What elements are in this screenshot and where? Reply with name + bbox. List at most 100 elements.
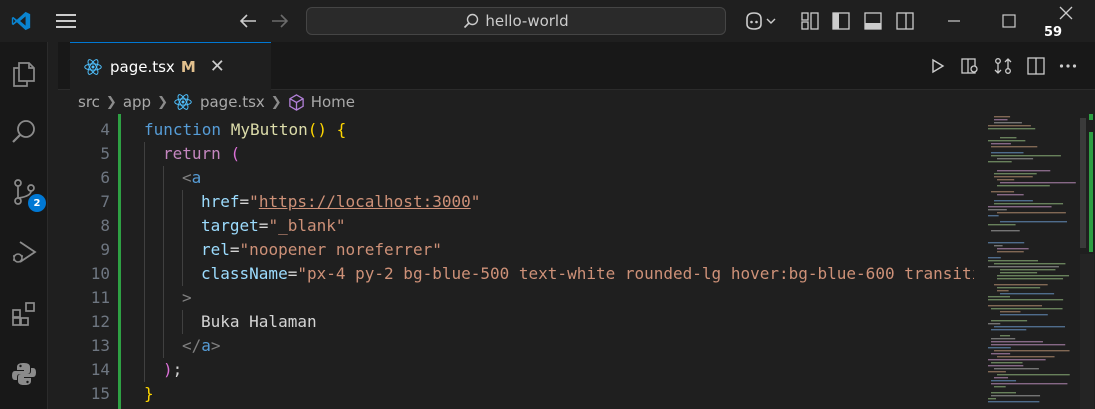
tab-page-tsx[interactable]: page.tsx M ✕: [70, 42, 271, 90]
code-line-10: className="px-4 py-2 bg-blue-500 text-wh…: [201, 262, 974, 286]
minimap[interactable]: [984, 114, 1084, 409]
minimap-line: [994, 119, 1008, 121]
minimap-line: [1000, 335, 1011, 337]
minimize-icon[interactable]: [940, 0, 968, 42]
command-center-search[interactable]: hello-world: [306, 7, 726, 35]
close-window-icon[interactable]: [1052, 0, 1080, 26]
line-number: 6: [100, 168, 110, 187]
token-paren: (: [230, 144, 241, 163]
toggle-secondary-sidebar-icon[interactable]: [893, 0, 917, 42]
line-number: 12: [90, 312, 110, 331]
minimap-line: [994, 263, 1066, 265]
minimap-line: [988, 371, 1006, 373]
vertical-scrollbar[interactable]: [1079, 114, 1095, 409]
back-arrow-icon[interactable]: [236, 0, 260, 42]
toggle-primary-sidebar-icon[interactable]: [829, 0, 853, 42]
code-line-12: Buka Halaman: [201, 310, 317, 334]
token-equals: =: [229, 240, 240, 259]
token-string: "px-4 py-2 bg-blue-500 text-white rounde…: [297, 264, 974, 283]
indent-guide: [144, 142, 145, 382]
vscode-logo-icon: [6, 0, 36, 42]
activity-bar: 2: [0, 42, 48, 409]
open-changes-icon[interactable]: [991, 54, 1015, 78]
more-actions-icon[interactable]: [1056, 54, 1080, 78]
close-tab-icon[interactable]: ✕: [210, 56, 225, 77]
title-bar: hello-world 59: [0, 0, 1095, 42]
search-view-icon[interactable]: [0, 108, 48, 156]
minimap-line: [991, 320, 1028, 322]
copilot-icon[interactable]: [740, 0, 780, 42]
minimap-line: [1000, 272, 1038, 274]
minimap-line: [997, 251, 1024, 253]
minimap-line: [988, 257, 1001, 259]
minimap-line: [997, 356, 1055, 358]
breadcrumb-item-symbol[interactable]: Home: [311, 93, 355, 111]
minimap-line: [994, 368, 1039, 370]
token-attribute: target: [201, 216, 259, 235]
minimap-line: [997, 275, 1070, 277]
minimap-line: [991, 392, 1016, 394]
minimap-line: [991, 230, 1020, 232]
code-line-14: );: [163, 358, 182, 382]
token-equals: =: [258, 216, 269, 235]
token-tag-bracket: </: [182, 336, 202, 355]
minimap-line: [991, 143, 1011, 145]
token-attribute: href: [201, 192, 240, 211]
layout-customize-icon[interactable]: [798, 0, 822, 42]
forward-arrow-icon[interactable]: [268, 0, 292, 42]
minimap-line: [988, 128, 1036, 130]
minimap-line: [994, 377, 1009, 379]
token-url-link[interactable]: https://localhost:3000: [259, 192, 471, 211]
code-content[interactable]: function MyButton() { return ( <a href="…: [144, 114, 974, 409]
explorer-icon[interactable]: [0, 50, 48, 98]
minimap-line: [988, 323, 1001, 325]
line-number: 14: [90, 360, 110, 379]
token-tag-name: a: [201, 336, 211, 355]
token-attribute: className: [201, 264, 288, 283]
extensions-icon[interactable]: [0, 290, 48, 338]
minimap-line: [997, 170, 1051, 172]
minimap-line: [994, 203, 1064, 205]
toggle-panel-icon[interactable]: [861, 0, 885, 42]
minimap-line: [988, 401, 1040, 403]
breadcrumb-item-file[interactable]: page.tsx: [200, 93, 265, 111]
code-editor[interactable]: 4 5 6 7 8 9 10 11 12 13 14 15 function M…: [58, 114, 1095, 409]
menu-icon[interactable]: [52, 0, 80, 42]
token-semicolon: ;: [172, 360, 183, 379]
breadcrumb-item-src[interactable]: src: [78, 93, 100, 111]
minimap-line: [988, 347, 1011, 349]
line-number: 4: [100, 120, 110, 139]
minimap-line: [991, 395, 1041, 397]
minimap-line: [991, 329, 1027, 331]
search-icon: [464, 13, 479, 29]
token-function-name: MyButton: [230, 120, 308, 139]
token-tag-name: a: [191, 168, 202, 187]
run-file-icon[interactable]: [926, 54, 950, 78]
minimap-line: [988, 296, 1011, 298]
minimap-line: [994, 173, 1037, 175]
minimap-line: [988, 305, 1043, 307]
token-equals: =: [239, 192, 250, 211]
split-editor-icon[interactable]: [1024, 54, 1048, 78]
run-debug-icon[interactable]: [0, 228, 48, 276]
indent-guide: [163, 166, 164, 358]
line-number: 7: [100, 192, 110, 211]
search-text: hello-world: [485, 12, 569, 30]
maximize-icon[interactable]: [995, 0, 1023, 42]
minimap-line: [988, 206, 1052, 208]
minimap-line: [1000, 311, 1021, 313]
breadcrumb-item-app[interactable]: app: [123, 93, 151, 111]
minimap-line: [997, 185, 1050, 187]
minimap-line: [988, 365, 1024, 367]
minimap-line: [988, 161, 1012, 163]
minimap-line: [997, 374, 1070, 376]
code-line-15: }: [144, 382, 154, 406]
python-icon[interactable]: [0, 350, 48, 398]
token-string: "noopener noreferrer": [239, 240, 442, 259]
minimap-line: [991, 341, 1043, 343]
open-preview-icon[interactable]: [958, 54, 982, 78]
minimap-line: [997, 158, 1034, 160]
minimap-line: [991, 344, 1066, 346]
minimap-line: [988, 398, 997, 400]
token-tag-bracket: >: [182, 288, 192, 307]
